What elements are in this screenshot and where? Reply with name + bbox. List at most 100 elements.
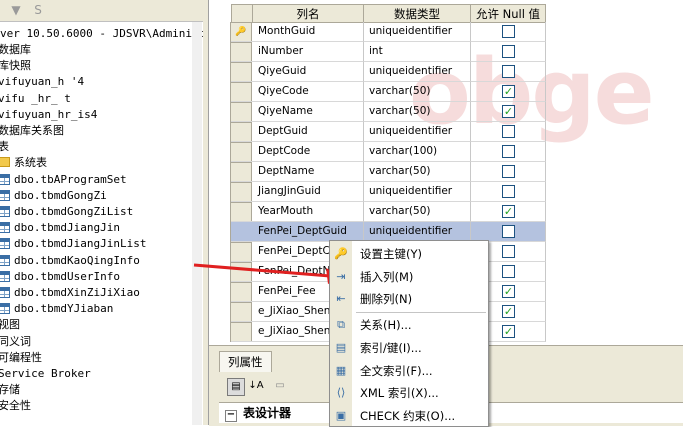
allow-null-checkbox[interactable]: ✓	[502, 325, 515, 338]
context-menu-item[interactable]: ⟨⟩ XML 索引(X)...	[330, 382, 488, 404]
column-header-name[interactable]: 列名	[252, 4, 364, 23]
object-explorer-scrollbar[interactable]	[192, 22, 202, 425]
context-menu-item[interactable]: 🔑 设置主键(Y)	[330, 243, 488, 265]
data-type-cell[interactable]: uniqueidentifier	[364, 222, 471, 242]
tree-item[interactable]: vifuyuan_hr_is4	[0, 107, 97, 123]
data-type-cell[interactable]: varchar(50)	[364, 82, 471, 102]
filter-settings-icon[interactable]: S	[30, 3, 46, 18]
collapse-icon[interactable]: −	[225, 410, 237, 422]
allow-null-checkbox[interactable]	[502, 225, 515, 238]
column-name-cell[interactable]: FenPei_DeptGuid	[231, 222, 364, 242]
tree-item[interactable]: 同义词	[0, 334, 31, 350]
tree-item[interactable]: 表	[0, 139, 9, 155]
allow-null-checkbox[interactable]: ✓	[502, 285, 515, 298]
tree-item[interactable]: dbo.tbmdGongZi	[0, 188, 107, 204]
table-icon	[0, 206, 10, 217]
allow-null-checkbox[interactable]: ✓	[502, 305, 515, 318]
data-type-cell[interactable]: uniqueidentifier	[364, 182, 471, 202]
context-menu-item[interactable]: ▦ 全文索引(F)...	[330, 360, 488, 382]
tree-item-label: dbo.tbmdGongZi	[14, 188, 107, 202]
allow-null-cell: ✓	[471, 102, 546, 122]
tree-item[interactable]: 库快照	[0, 58, 31, 74]
tree-item[interactable]: 存储	[0, 382, 20, 398]
column-header-type[interactable]: 数据类型	[363, 4, 471, 23]
tree-item[interactable]: dbo.tbmdJiangJin	[0, 220, 120, 236]
column-name-cell[interactable]: QiyeCode	[231, 82, 364, 102]
column-name-cell[interactable]: YearMouth	[231, 202, 364, 222]
tree-item-label: 数据库关系图	[0, 124, 64, 137]
context-menu-item[interactable]: ▣ CHECK 约束(O)...	[330, 405, 488, 427]
tree-item-label: dbo.tbAProgramSet	[14, 172, 127, 186]
tree-item[interactable]: dbo.tbmdYJiaban	[0, 301, 113, 317]
column-name-cell[interactable]: JiangJinGuid	[231, 182, 364, 202]
allow-null-checkbox[interactable]	[502, 165, 515, 178]
data-type-cell[interactable]: uniqueidentifier	[364, 62, 471, 82]
tree-item[interactable]: dbo.tbmdKaoQingInfo	[0, 253, 140, 269]
data-type-cell[interactable]: uniqueidentifier	[364, 122, 471, 142]
tree-item[interactable]: dbo.tbmdGongZiList	[0, 204, 133, 220]
allow-null-checkbox[interactable]: ✓	[502, 85, 515, 98]
tree-item[interactable]: dbo.tbmdJiangJinList	[0, 236, 146, 252]
section-label: 表设计器	[243, 406, 292, 420]
column-name-cell[interactable]: DeptCode	[231, 142, 364, 162]
column-name-cell[interactable]: QiyeGuid	[231, 62, 364, 82]
index-icon: ▤	[335, 340, 347, 354]
column-name-cell[interactable]: QiyeName	[231, 102, 364, 122]
allow-null-checkbox[interactable]	[502, 45, 515, 58]
context-menu-item[interactable]: ⇤ 删除列(N)	[330, 288, 488, 310]
context-menu-item[interactable]: ▤ 索引/键(I)...	[330, 337, 488, 359]
context-menu-item[interactable]: ⇥ 插入列(M)	[330, 266, 488, 288]
column-header-allow-null[interactable]: 允许 Null 值	[470, 4, 546, 23]
property-pages-icon[interactable]: ▭	[271, 378, 289, 396]
server-node[interactable]: ver 10.50.6000 - JDSVR\Administr	[0, 26, 203, 42]
data-type-cell[interactable]: varchar(50)	[364, 102, 471, 122]
tree-item[interactable]: vifu _hr_ t	[0, 91, 71, 107]
tree-item[interactable]: 系统表	[0, 155, 47, 171]
table-icon	[0, 287, 10, 298]
context-menu-item-label: 删除列(N)	[360, 292, 413, 307]
data-type-cell[interactable]: varchar(100)	[364, 142, 471, 162]
insert-column-icon: ⇥	[336, 269, 346, 283]
context-menu-item-label: 设置主键(Y)	[360, 247, 422, 261]
tree-item[interactable]: dbo.tbAProgramSet	[0, 172, 127, 188]
data-type-cell[interactable]: int	[364, 42, 471, 62]
tree-item[interactable]: 数据库关系图	[0, 123, 64, 139]
context-menu-item-label: 全文索引(F)...	[360, 363, 433, 378]
tree-item-label: dbo.tbmdYJiaban	[14, 302, 114, 316]
data-type-cell[interactable]: varchar(50)	[364, 162, 471, 182]
object-explorer-toolbar: ▼ S	[0, 0, 203, 22]
allow-null-cell	[471, 62, 546, 82]
tab-column-properties[interactable]: 列属性	[219, 351, 272, 372]
context-menu-item[interactable]: ⧉ 关系(H)...	[330, 314, 488, 336]
allow-null-cell: ✓	[471, 82, 546, 102]
allow-null-checkbox[interactable]	[502, 25, 515, 38]
tree-item[interactable]: dbo.tbmdUserInfo	[0, 269, 120, 285]
categorized-icon[interactable]: ▤	[227, 378, 245, 396]
tree-item[interactable]: 数据库	[0, 42, 31, 58]
allow-null-checkbox[interactable]	[502, 65, 515, 78]
data-type-cell[interactable]: uniqueidentifier	[364, 22, 471, 42]
tree-item[interactable]: Service Broker	[0, 366, 91, 382]
table-icon	[0, 254, 10, 266]
tree-item[interactable]: dbo.tbmdXinZiJiXiao	[0, 285, 140, 301]
allow-null-checkbox[interactable]	[502, 145, 515, 158]
column-name-cell[interactable]: DeptName	[231, 162, 364, 182]
allow-null-checkbox[interactable]: ✓	[502, 205, 515, 218]
allow-null-checkbox[interactable]	[502, 245, 515, 258]
tree-item[interactable]: vifuyuan_h '4	[0, 74, 84, 90]
column-name-cell[interactable]: iNumber	[231, 42, 364, 62]
column-name-cell[interactable]: MonthGuid	[231, 22, 364, 42]
allow-null-checkbox[interactable]: ✓	[502, 105, 515, 118]
filter-icon[interactable]: ▼	[8, 3, 24, 18]
tree-item[interactable]: 安全性	[0, 398, 31, 414]
data-type-cell[interactable]: varchar(50)	[364, 202, 471, 222]
allow-null-checkbox[interactable]	[502, 185, 515, 198]
allow-null-checkbox[interactable]	[502, 125, 515, 138]
table-icon	[0, 270, 10, 282]
column-name-cell[interactable]: DeptGuid	[231, 122, 364, 142]
tree-item[interactable]: 视图	[0, 317, 20, 333]
tree-item[interactable]: 可编程性	[0, 350, 42, 366]
sort-alphabetical-icon[interactable]: ↓A	[247, 378, 265, 396]
allow-null-checkbox[interactable]	[502, 265, 515, 278]
table-icon	[0, 238, 10, 250]
